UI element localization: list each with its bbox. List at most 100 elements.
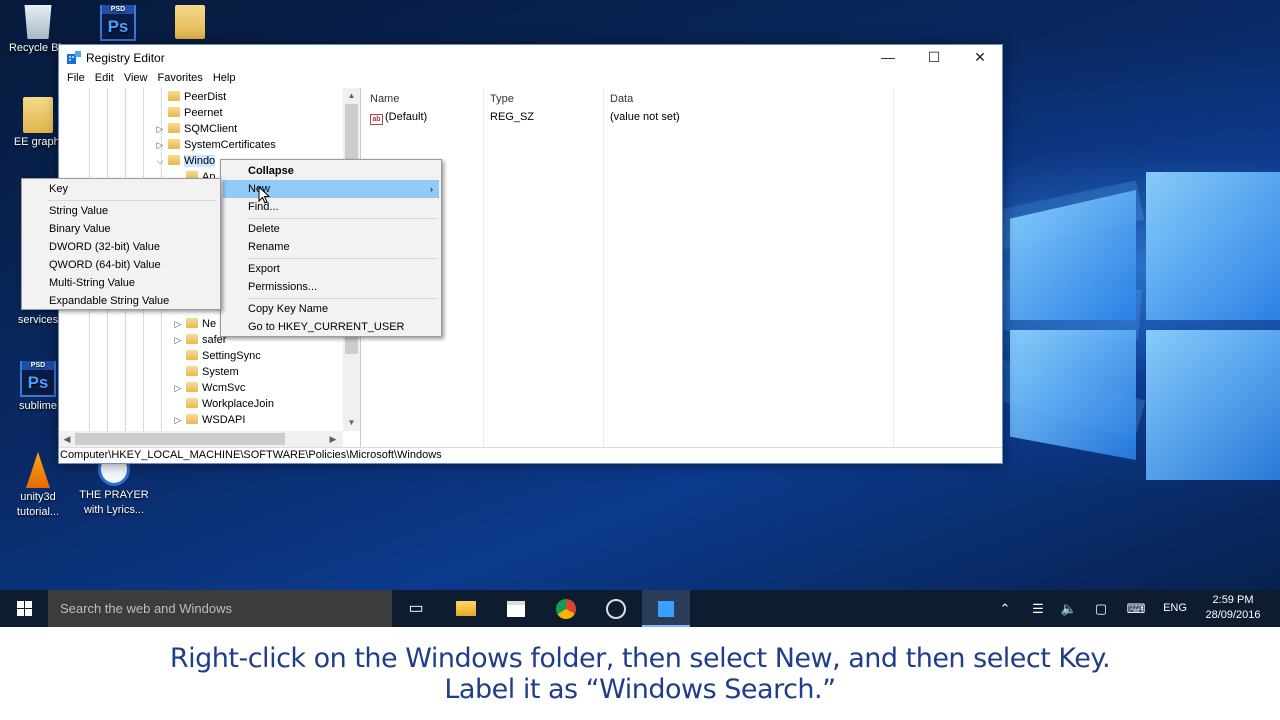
tree-item[interactable]: WorkplaceJoin bbox=[172, 396, 274, 412]
chevron-right-icon[interactable]: ▷ bbox=[154, 121, 166, 137]
value-name: (Default) bbox=[385, 111, 428, 123]
menu-favorites[interactable]: Favorites bbox=[155, 70, 206, 86]
caption-line-1: Right-click on the Windows folder, then … bbox=[169, 643, 1111, 674]
submenu-item-qword-value[interactable]: QWORD (64-bit) Value bbox=[24, 256, 218, 274]
tree-item[interactable]: Peernet bbox=[154, 105, 223, 121]
tree-horizontal-scrollbar[interactable]: ◀ ▶ bbox=[59, 431, 343, 447]
column-header-data[interactable]: Data bbox=[610, 90, 633, 108]
title-bar[interactable]: Registry Editor — ☐ ✕ bbox=[59, 45, 1002, 70]
task-view-icon[interactable]: ▭ bbox=[392, 590, 440, 627]
desktop-icon-label: sublime bbox=[19, 400, 57, 412]
store-icon[interactable] bbox=[492, 590, 540, 627]
chevron-right-icon[interactable]: ▷ bbox=[154, 137, 166, 153]
tree-item-label: Peernet bbox=[184, 107, 223, 119]
tree-item-label: WcmSvc bbox=[202, 382, 246, 394]
tree-item-label: WorkplaceJoin bbox=[202, 398, 274, 410]
menu-item-collapse[interactable]: Collapse bbox=[223, 162, 439, 180]
scroll-left-icon[interactable]: ◀ bbox=[59, 431, 75, 447]
submenu-item-expandable-string-value[interactable]: Expandable String Value bbox=[24, 292, 218, 310]
obs-icon[interactable] bbox=[592, 590, 640, 627]
wifi-icon[interactable]: ☰ bbox=[1026, 590, 1050, 627]
tree-item[interactable]: ▷ SQMClient bbox=[154, 121, 237, 137]
desktop-icon-folder[interactable] bbox=[152, 5, 228, 41]
scroll-down-icon[interactable]: ▼ bbox=[343, 415, 360, 431]
chevron-right-icon[interactable]: ▷ bbox=[172, 412, 184, 428]
menu-item-find[interactable]: Find... bbox=[223, 198, 439, 216]
menu-item-permissions[interactable]: Permissions... bbox=[223, 278, 439, 296]
keyboard-icon[interactable]: ⌨ bbox=[1122, 590, 1150, 627]
input-language[interactable]: ENG bbox=[1158, 590, 1192, 627]
show-hidden-icons-chevron-icon[interactable]: ⌃ bbox=[994, 590, 1016, 627]
menu-separator bbox=[247, 258, 437, 259]
chevron-right-icon[interactable]: ▷ bbox=[172, 316, 184, 332]
menu-help[interactable]: Help bbox=[210, 70, 239, 86]
taskbar-search-box[interactable]: Search the web and Windows bbox=[48, 590, 392, 627]
column-divider bbox=[893, 88, 894, 447]
value-row-name[interactable]: ab (Default) bbox=[370, 108, 427, 126]
tree-item[interactable]: ▷ WSDAPI bbox=[172, 412, 245, 428]
tree-item-label: SQMClient bbox=[184, 123, 238, 135]
chevron-down-icon[interactable]: ⌵ bbox=[154, 153, 166, 169]
desktop-icon-label: THE PRAYER with Lyrics... bbox=[79, 489, 149, 516]
menu-edit[interactable]: Edit bbox=[92, 70, 117, 86]
column-header-name[interactable]: Name bbox=[370, 90, 399, 108]
menu-bar: File Edit View Favorites Help bbox=[59, 70, 1002, 88]
tree-item-label: Windo bbox=[184, 155, 216, 167]
submenu-item-binary-value[interactable]: Binary Value bbox=[24, 220, 218, 238]
submenu-item-multi-string-value[interactable]: Multi-String Value bbox=[24, 274, 218, 292]
tree-item-windows[interactable]: ⌵ Windo bbox=[154, 153, 216, 169]
folder-icon bbox=[168, 123, 180, 133]
menu-item-export[interactable]: Export bbox=[223, 260, 439, 278]
minimize-button[interactable]: — bbox=[865, 45, 911, 70]
folder-icon bbox=[186, 366, 198, 376]
notifications-icon[interactable]: ▢ bbox=[1089, 590, 1113, 627]
tree-item[interactable]: System bbox=[172, 364, 239, 380]
scroll-up-icon[interactable]: ▲ bbox=[343, 88, 360, 104]
desktop-icon-psd[interactable]: PSD Ps bbox=[80, 5, 156, 43]
registry-editor-taskbar-icon[interactable] bbox=[642, 590, 690, 627]
volume-icon[interactable]: 🔈 bbox=[1057, 590, 1081, 627]
folder-icon bbox=[175, 5, 205, 39]
folder-icon bbox=[23, 97, 53, 133]
scroll-thumb[interactable] bbox=[75, 433, 285, 445]
taskbar-clock[interactable]: 2:59 PM 28/09/2016 bbox=[1195, 593, 1271, 623]
tree-item[interactable]: ▷ safer bbox=[172, 332, 226, 348]
menu-item-copy-key-name[interactable]: Copy Key Name bbox=[223, 300, 439, 318]
desktop-icon-label: unity3d tutorial... bbox=[16, 491, 60, 518]
menu-item-delete[interactable]: Delete bbox=[223, 220, 439, 238]
menu-item-new[interactable]: New› bbox=[223, 180, 439, 198]
submenu-item-string-value[interactable]: String Value bbox=[24, 202, 218, 220]
tree-item-label: SystemCertificates bbox=[184, 139, 276, 151]
tree-item[interactable]: ▷ Ne bbox=[172, 316, 216, 332]
file-explorer-icon[interactable] bbox=[442, 590, 490, 627]
string-value-icon: ab bbox=[370, 114, 383, 125]
submenu-item-key[interactable]: Key bbox=[24, 180, 218, 198]
tree-item-label: System bbox=[202, 366, 239, 378]
chevron-right-icon[interactable]: ▷ bbox=[172, 380, 184, 396]
recycle-bin-icon bbox=[24, 5, 52, 39]
maximize-button[interactable]: ☐ bbox=[911, 45, 957, 70]
menu-file[interactable]: File bbox=[64, 70, 88, 86]
column-divider bbox=[603, 88, 604, 447]
menu-item-go-to-hkcu[interactable]: Go to HKEY_CURRENT_USER bbox=[223, 318, 439, 336]
scroll-right-icon[interactable]: ▶ bbox=[325, 431, 341, 447]
submenu-item-dword-value[interactable]: DWORD (32-bit) Value bbox=[24, 238, 218, 256]
key-context-menu: Collapse New› Find... Delete Rename Expo… bbox=[220, 159, 442, 337]
column-header-type[interactable]: Type bbox=[490, 90, 514, 108]
taskbar: Search the web and Windows ▭ ⌃ ☰ 🔈 ▢ ⌨ E… bbox=[0, 590, 1280, 627]
tree-item[interactable]: ▷ SystemCertificates bbox=[154, 137, 276, 153]
close-button[interactable]: ✕ bbox=[957, 45, 1003, 70]
new-submenu: Key String Value Binary Value DWORD (32-… bbox=[21, 178, 221, 310]
tree-item[interactable]: ▷ WcmSvc bbox=[172, 380, 245, 396]
folder-icon bbox=[168, 107, 180, 117]
folder-icon bbox=[168, 139, 180, 149]
start-button[interactable] bbox=[0, 590, 48, 627]
folder-icon bbox=[186, 350, 198, 360]
chevron-right-icon[interactable]: ▷ bbox=[172, 332, 184, 348]
tree-item[interactable]: SettingSync bbox=[172, 348, 261, 364]
chrome-icon[interactable] bbox=[542, 590, 590, 627]
tree-item[interactable]: PeerDist bbox=[154, 89, 226, 105]
psd-badge: PSD bbox=[102, 5, 134, 14]
menu-view[interactable]: View bbox=[121, 70, 151, 86]
menu-item-rename[interactable]: Rename bbox=[223, 238, 439, 256]
